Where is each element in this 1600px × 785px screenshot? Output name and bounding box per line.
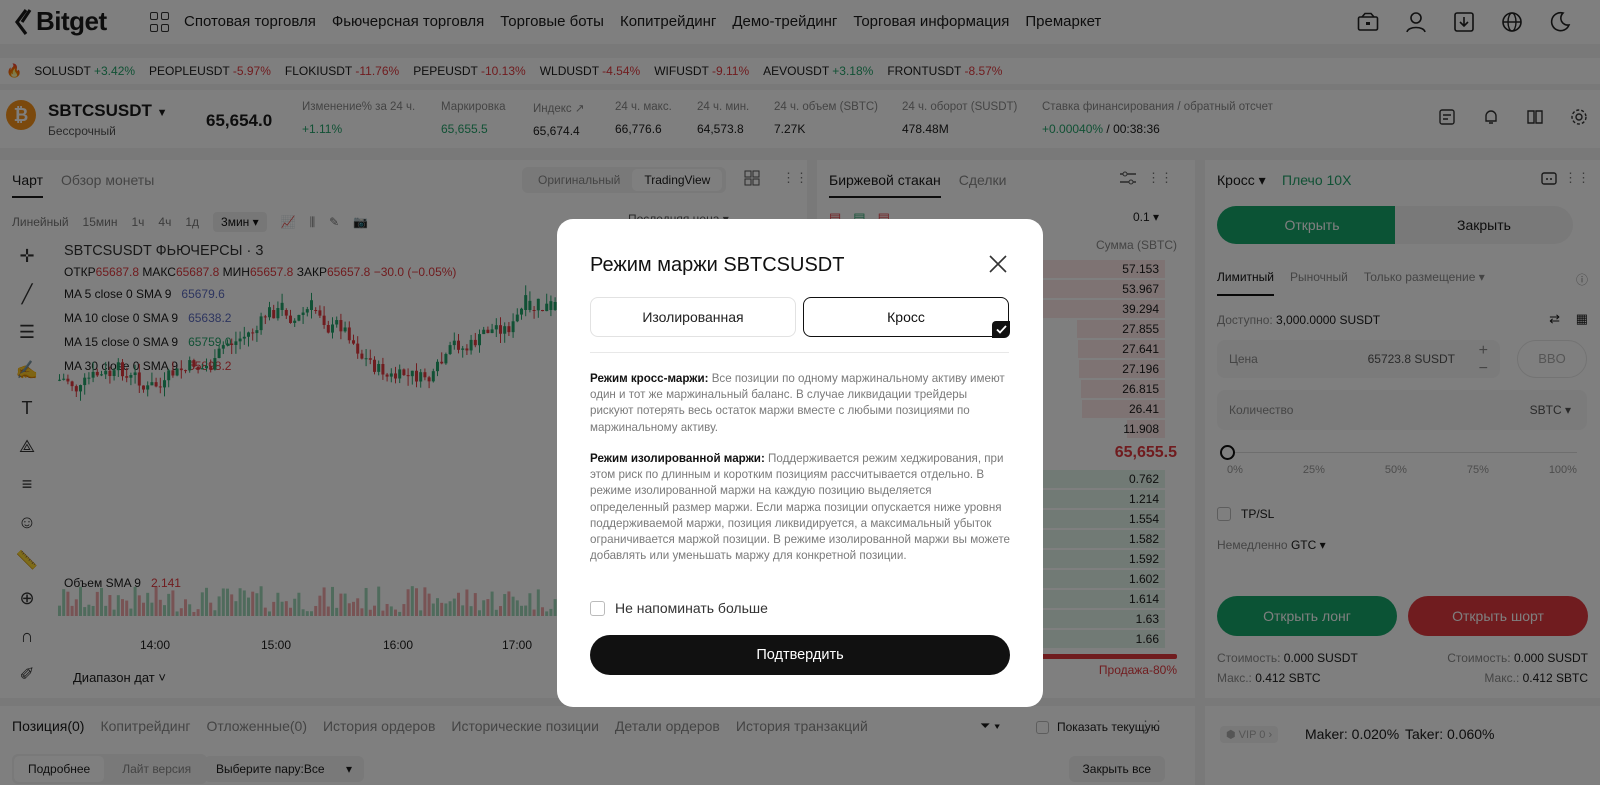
cross-mode-label: Кросс bbox=[887, 309, 925, 325]
confirm-button[interactable]: Подтвердить bbox=[590, 635, 1010, 675]
dont-remind-checkbox[interactable]: Не напоминать больше bbox=[590, 600, 768, 616]
dialog-title: Режим маржи SBTCSUSDT bbox=[590, 254, 845, 276]
checkmark-icon bbox=[992, 321, 1010, 338]
margin-mode-dialog: Режим маржи SBTCSUSDT Изолированная Крос… bbox=[557, 219, 1043, 707]
isolated-margin-description: Режим изолированной маржи: Поддерживаетс… bbox=[590, 452, 1010, 563]
divider bbox=[590, 352, 1009, 353]
cross-margin-description: Режим кросс-маржи: Все позиции по одному… bbox=[590, 372, 1005, 434]
isolated-mode-button[interactable]: Изолированная bbox=[590, 297, 796, 337]
checkbox-box[interactable] bbox=[590, 600, 605, 616]
cross-mode-button[interactable]: Кросс bbox=[803, 297, 1010, 338]
close-icon[interactable] bbox=[989, 255, 1007, 273]
